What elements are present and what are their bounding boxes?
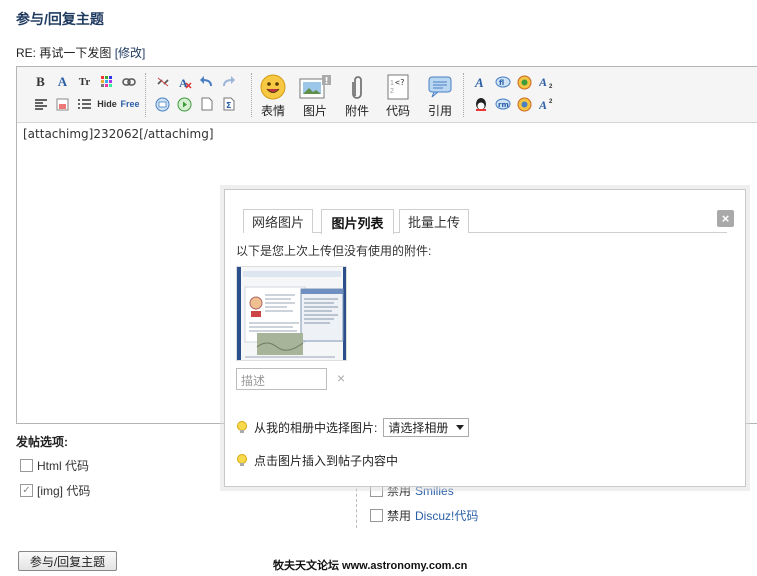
font-size-button[interactable]: Tr — [75, 73, 94, 92]
align-left-icon[interactable] — [31, 95, 50, 114]
chevron-down-icon — [456, 425, 465, 430]
subject-line: RE: 再试一下发图 [修改] — [16, 44, 145, 61]
svg-text:A: A — [539, 75, 547, 89]
link-icon[interactable] — [119, 73, 138, 92]
sigma-icon[interactable]: Σ — [219, 95, 238, 114]
insert-media-icon[interactable] — [175, 95, 194, 114]
site-watermark: 牧夫天文论坛 www.astronomy.com.cn — [273, 560, 468, 572]
qq-icon[interactable] — [471, 95, 490, 114]
svg-text:<?: <? — [395, 78, 405, 87]
superscript-icon[interactable]: A2 — [537, 95, 556, 114]
svg-text:1: 1 — [390, 80, 394, 87]
code-label: 代码 — [385, 104, 410, 118]
code-button[interactable]: <? 1 2 代码 — [380, 73, 416, 119]
smiley-button[interactable]: 表情 — [255, 73, 291, 119]
format-group: B A Tr Hide Free — [31, 71, 140, 115]
flash-icon[interactable]: fl — [493, 73, 512, 92]
bold-button[interactable]: B — [31, 73, 50, 92]
toolbar-separator — [145, 73, 146, 117]
attachment-button[interactable]: 附件 — [339, 73, 375, 119]
unlink-icon[interactable] — [153, 73, 172, 92]
lightbulb-icon — [237, 453, 247, 466]
svg-text:fl: fl — [499, 79, 504, 87]
tab-batch-upload[interactable]: 批量上传 — [399, 209, 469, 233]
insert-image-icon[interactable] — [153, 95, 172, 114]
smiley-icon — [255, 73, 291, 101]
editor-toolbar: B A Tr Hide Free A Σ 表情 ! 图片 附件 <? 1 2 代… — [17, 67, 757, 123]
html-code-label: Html 代码 — [37, 459, 89, 473]
disable-discuz-prefix: 禁用 — [387, 509, 412, 523]
unused-attachments-hint: 以下是您上次上传但没有使用的附件: — [236, 244, 432, 258]
undo-icon[interactable] — [197, 73, 216, 92]
image-icon: ! — [297, 73, 333, 101]
svg-text:!: ! — [325, 77, 329, 87]
media-player-icon[interactable]: rm — [493, 95, 512, 114]
toolbar-separator — [463, 73, 464, 117]
img-code-checkbox[interactable]: ✓ — [20, 484, 33, 497]
submit-reply-button[interactable]: 参与/回复主题 — [18, 551, 117, 571]
post-options-title: 发帖选项: — [16, 435, 68, 449]
insert-tip: 点击图片插入到帖子内容中 — [236, 452, 398, 469]
subject-text: RE: 再试一下发图 — [16, 46, 112, 60]
extra-group: A fl A2 rm A 2 — [471, 71, 556, 115]
page-title: 参与/回复主题 — [16, 11, 104, 27]
quote-icon — [422, 73, 458, 101]
quote-button[interactable]: 引用 — [422, 73, 458, 119]
color-palette-icon[interactable] — [97, 73, 116, 92]
lightbulb-icon — [237, 420, 247, 433]
tab-web-image[interactable]: 网络图片 — [243, 209, 313, 233]
img-code-option[interactable]: ✓ [img] 代码 — [20, 482, 90, 499]
svg-text:rm: rm — [498, 101, 509, 109]
disable-discuz-checkbox[interactable] — [370, 509, 383, 522]
disable-discuz-label: Discuz!代码 — [415, 509, 479, 523]
album-select-value: 请选择相册 — [388, 421, 449, 435]
video-icon[interactable] — [515, 95, 534, 114]
svg-text:2: 2 — [390, 88, 394, 95]
redo-icon[interactable] — [219, 73, 238, 92]
quote-label: 引用 — [427, 104, 452, 118]
smiley-label: 表情 — [260, 104, 285, 118]
album-select[interactable]: 请选择相册 — [383, 418, 470, 437]
html-code-option[interactable]: Html 代码 — [20, 457, 89, 474]
edit-subject-link[interactable]: [修改] — [115, 46, 146, 60]
font-a-icon[interactable]: A — [471, 73, 490, 92]
float-icon[interactable] — [53, 95, 72, 114]
editor-content[interactable]: [attachimg]232062[/attachimg] — [23, 127, 214, 141]
subscript-icon[interactable]: A2 — [537, 73, 556, 92]
edit-group: A Σ — [153, 71, 238, 115]
close-icon[interactable]: × — [717, 210, 734, 227]
svg-text:A: A — [539, 98, 547, 111]
ordered-list-icon[interactable] — [75, 95, 94, 114]
svg-text:2: 2 — [549, 84, 553, 89]
svg-text:Σ: Σ — [226, 101, 231, 110]
attachment-label: 附件 — [344, 104, 369, 118]
code-icon: <? 1 2 — [380, 73, 416, 101]
image-label: 图片 — [302, 104, 327, 118]
album-tip: 从我的相册中选择图片: 请选择相册 — [236, 418, 470, 437]
album-tip-label: 从我的相册中选择图片: — [254, 421, 378, 435]
delete-attachment-icon[interactable]: × — [337, 370, 345, 386]
image-upload-popup: 网络图片 图片列表 批量上传 × 以下是您上次上传但没有使用的附件: 描述 × … — [224, 189, 746, 487]
disable-discuz-option[interactable]: 禁用 Discuz!代码 — [370, 507, 478, 524]
audio-icon[interactable] — [515, 73, 534, 92]
insert-tip-label: 点击图片插入到帖子内容中 — [254, 454, 399, 468]
image-button[interactable]: ! 图片 — [297, 73, 333, 119]
tab-image-list[interactable]: 图片列表 — [321, 209, 394, 234]
popup-tabs: 网络图片 图片列表 批量上传 — [243, 209, 727, 234]
img-code-label: [img] 代码 — [37, 484, 91, 498]
remove-format-icon[interactable]: A — [175, 73, 194, 92]
page-icon[interactable] — [197, 95, 216, 114]
attachment-thumbnail[interactable] — [236, 266, 347, 361]
svg-text:2: 2 — [549, 99, 553, 105]
toolbar-separator — [251, 73, 252, 117]
free-button[interactable]: Free — [120, 95, 140, 114]
description-input[interactable]: 描述 — [236, 368, 327, 390]
html-code-checkbox[interactable] — [20, 459, 33, 472]
paperclip-icon — [339, 73, 375, 101]
hide-button[interactable]: Hide — [97, 95, 117, 114]
font-color-button[interactable]: A — [53, 73, 72, 92]
svg-text:A: A — [474, 75, 484, 89]
